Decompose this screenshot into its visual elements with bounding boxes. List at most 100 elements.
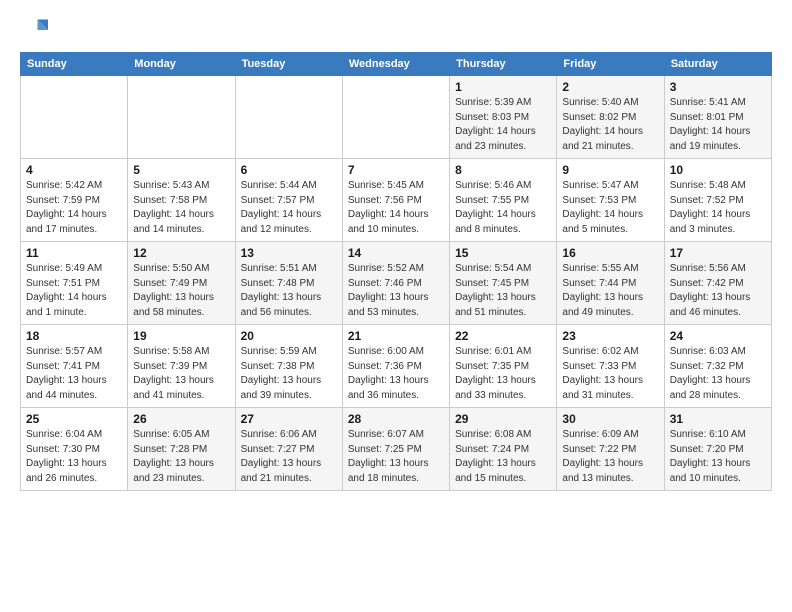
day-cell: 6 Sunrise: 5:44 AM Sunset: 7:57 PM Daylig…: [235, 159, 342, 242]
day-number: 18: [26, 329, 122, 343]
logo: [20, 16, 52, 44]
day-info: Sunrise: 5:56 AM Sunset: 7:42 PM Dayligh…: [670, 262, 766, 320]
header: [20, 16, 772, 44]
day-number: 13: [241, 246, 337, 260]
day-cell: 5 Sunrise: 5:43 AM Sunset: 7:58 PM Daylig…: [128, 159, 235, 242]
day-cell: 25 Sunrise: 6:04 AM Sunset: 7:30 PM Dayli…: [21, 408, 128, 491]
page: SundayMondayTuesdayWednesdayThursdayFrid…: [0, 0, 792, 612]
day-cell: [128, 76, 235, 159]
day-number: 30: [562, 412, 658, 426]
day-number: 9: [562, 163, 658, 177]
day-number: 22: [455, 329, 551, 343]
day-cell: 23 Sunrise: 6:02 AM Sunset: 7:33 PM Dayli…: [557, 325, 664, 408]
day-number: 3: [670, 80, 766, 94]
day-info: Sunrise: 5:44 AM Sunset: 7:57 PM Dayligh…: [241, 179, 337, 237]
col-header-friday: Friday: [557, 53, 664, 76]
calendar-table: SundayMondayTuesdayWednesdayThursdayFrid…: [20, 52, 772, 491]
day-info: Sunrise: 6:10 AM Sunset: 7:20 PM Dayligh…: [670, 428, 766, 486]
day-number: 10: [670, 163, 766, 177]
logo-icon: [20, 16, 48, 44]
day-number: 5: [133, 163, 229, 177]
day-cell: [342, 76, 449, 159]
day-cell: 15 Sunrise: 5:54 AM Sunset: 7:45 PM Dayli…: [450, 242, 557, 325]
week-row-3: 11 Sunrise: 5:49 AM Sunset: 7:51 PM Dayli…: [21, 242, 772, 325]
day-info: Sunrise: 6:05 AM Sunset: 7:28 PM Dayligh…: [133, 428, 229, 486]
day-cell: 24 Sunrise: 6:03 AM Sunset: 7:32 PM Dayli…: [664, 325, 771, 408]
day-cell: 27 Sunrise: 6:06 AM Sunset: 7:27 PM Dayli…: [235, 408, 342, 491]
day-cell: [235, 76, 342, 159]
day-number: 15: [455, 246, 551, 260]
week-row-4: 18 Sunrise: 5:57 AM Sunset: 7:41 PM Dayli…: [21, 325, 772, 408]
day-cell: 18 Sunrise: 5:57 AM Sunset: 7:41 PM Dayli…: [21, 325, 128, 408]
day-cell: [21, 76, 128, 159]
col-header-sunday: Sunday: [21, 53, 128, 76]
day-number: 19: [133, 329, 229, 343]
day-info: Sunrise: 6:06 AM Sunset: 7:27 PM Dayligh…: [241, 428, 337, 486]
day-cell: 28 Sunrise: 6:07 AM Sunset: 7:25 PM Dayli…: [342, 408, 449, 491]
day-cell: 17 Sunrise: 5:56 AM Sunset: 7:42 PM Dayli…: [664, 242, 771, 325]
day-number: 4: [26, 163, 122, 177]
day-number: 17: [670, 246, 766, 260]
day-cell: 12 Sunrise: 5:50 AM Sunset: 7:49 PM Dayli…: [128, 242, 235, 325]
day-cell: 22 Sunrise: 6:01 AM Sunset: 7:35 PM Dayli…: [450, 325, 557, 408]
day-number: 20: [241, 329, 337, 343]
day-cell: 31 Sunrise: 6:10 AM Sunset: 7:20 PM Dayli…: [664, 408, 771, 491]
col-header-thursday: Thursday: [450, 53, 557, 76]
day-number: 31: [670, 412, 766, 426]
day-cell: 11 Sunrise: 5:49 AM Sunset: 7:51 PM Dayli…: [21, 242, 128, 325]
day-number: 29: [455, 412, 551, 426]
day-number: 27: [241, 412, 337, 426]
col-header-monday: Monday: [128, 53, 235, 76]
day-info: Sunrise: 5:45 AM Sunset: 7:56 PM Dayligh…: [348, 179, 444, 237]
day-info: Sunrise: 5:52 AM Sunset: 7:46 PM Dayligh…: [348, 262, 444, 320]
day-number: 11: [26, 246, 122, 260]
day-cell: 2Sunrise: 5:40 AM Sunset: 8:02 PM Daylig…: [557, 76, 664, 159]
day-info: Sunrise: 6:03 AM Sunset: 7:32 PM Dayligh…: [670, 345, 766, 403]
day-info: Sunrise: 6:04 AM Sunset: 7:30 PM Dayligh…: [26, 428, 122, 486]
day-info: Sunrise: 6:08 AM Sunset: 7:24 PM Dayligh…: [455, 428, 551, 486]
day-cell: 10Sunrise: 5:48 AM Sunset: 7:52 PM Dayli…: [664, 159, 771, 242]
day-cell: 16 Sunrise: 5:55 AM Sunset: 7:44 PM Dayli…: [557, 242, 664, 325]
day-cell: 4 Sunrise: 5:42 AM Sunset: 7:59 PM Daylig…: [21, 159, 128, 242]
day-cell: 30 Sunrise: 6:09 AM Sunset: 7:22 PM Dayli…: [557, 408, 664, 491]
day-number: 16: [562, 246, 658, 260]
day-cell: 13 Sunrise: 5:51 AM Sunset: 7:48 PM Dayli…: [235, 242, 342, 325]
day-number: 21: [348, 329, 444, 343]
day-info: Sunrise: 5:46 AM Sunset: 7:55 PM Dayligh…: [455, 179, 551, 237]
day-info: Sunrise: 6:01 AM Sunset: 7:35 PM Dayligh…: [455, 345, 551, 403]
day-info: Sunrise: 6:07 AM Sunset: 7:25 PM Dayligh…: [348, 428, 444, 486]
day-cell: 3 Sunrise: 5:41 AM Sunset: 8:01 PM Daylig…: [664, 76, 771, 159]
day-info: Sunrise: 5:49 AM Sunset: 7:51 PM Dayligh…: [26, 262, 122, 320]
day-info: Sunrise: 5:51 AM Sunset: 7:48 PM Dayligh…: [241, 262, 337, 320]
day-number: 6: [241, 163, 337, 177]
week-row-2: 4 Sunrise: 5:42 AM Sunset: 7:59 PM Daylig…: [21, 159, 772, 242]
day-cell: 9 Sunrise: 5:47 AM Sunset: 7:53 PM Daylig…: [557, 159, 664, 242]
day-number: 23: [562, 329, 658, 343]
day-number: 25: [26, 412, 122, 426]
day-info: Sunrise: 6:09 AM Sunset: 7:22 PM Dayligh…: [562, 428, 658, 486]
day-cell: 29 Sunrise: 6:08 AM Sunset: 7:24 PM Dayli…: [450, 408, 557, 491]
week-row-1: 1Sunrise: 5:39 AM Sunset: 8:03 PM Daylig…: [21, 76, 772, 159]
day-info: Sunrise: 5:59 AM Sunset: 7:38 PM Dayligh…: [241, 345, 337, 403]
day-number: 24: [670, 329, 766, 343]
day-info: Sunrise: 6:02 AM Sunset: 7:33 PM Dayligh…: [562, 345, 658, 403]
day-cell: 7Sunrise: 5:45 AM Sunset: 7:56 PM Daylig…: [342, 159, 449, 242]
day-info: Sunrise: 5:54 AM Sunset: 7:45 PM Dayligh…: [455, 262, 551, 320]
day-info: Sunrise: 5:50 AM Sunset: 7:49 PM Dayligh…: [133, 262, 229, 320]
day-info: Sunrise: 5:58 AM Sunset: 7:39 PM Dayligh…: [133, 345, 229, 403]
day-cell: 8Sunrise: 5:46 AM Sunset: 7:55 PM Daylig…: [450, 159, 557, 242]
day-info: Sunrise: 5:57 AM Sunset: 7:41 PM Dayligh…: [26, 345, 122, 403]
col-header-wednesday: Wednesday: [342, 53, 449, 76]
day-info: Sunrise: 5:42 AM Sunset: 7:59 PM Dayligh…: [26, 179, 122, 237]
day-info: Sunrise: 5:47 AM Sunset: 7:53 PM Dayligh…: [562, 179, 658, 237]
col-header-saturday: Saturday: [664, 53, 771, 76]
day-number: 12: [133, 246, 229, 260]
day-info: Sunrise: 5:55 AM Sunset: 7:44 PM Dayligh…: [562, 262, 658, 320]
col-header-tuesday: Tuesday: [235, 53, 342, 76]
day-number: 28: [348, 412, 444, 426]
day-cell: 20 Sunrise: 5:59 AM Sunset: 7:38 PM Dayli…: [235, 325, 342, 408]
day-info: Sunrise: 5:39 AM Sunset: 8:03 PM Dayligh…: [455, 96, 551, 154]
day-info: Sunrise: 5:43 AM Sunset: 7:58 PM Dayligh…: [133, 179, 229, 237]
day-info: Sunrise: 5:41 AM Sunset: 8:01 PM Dayligh…: [670, 96, 766, 154]
day-number: 26: [133, 412, 229, 426]
